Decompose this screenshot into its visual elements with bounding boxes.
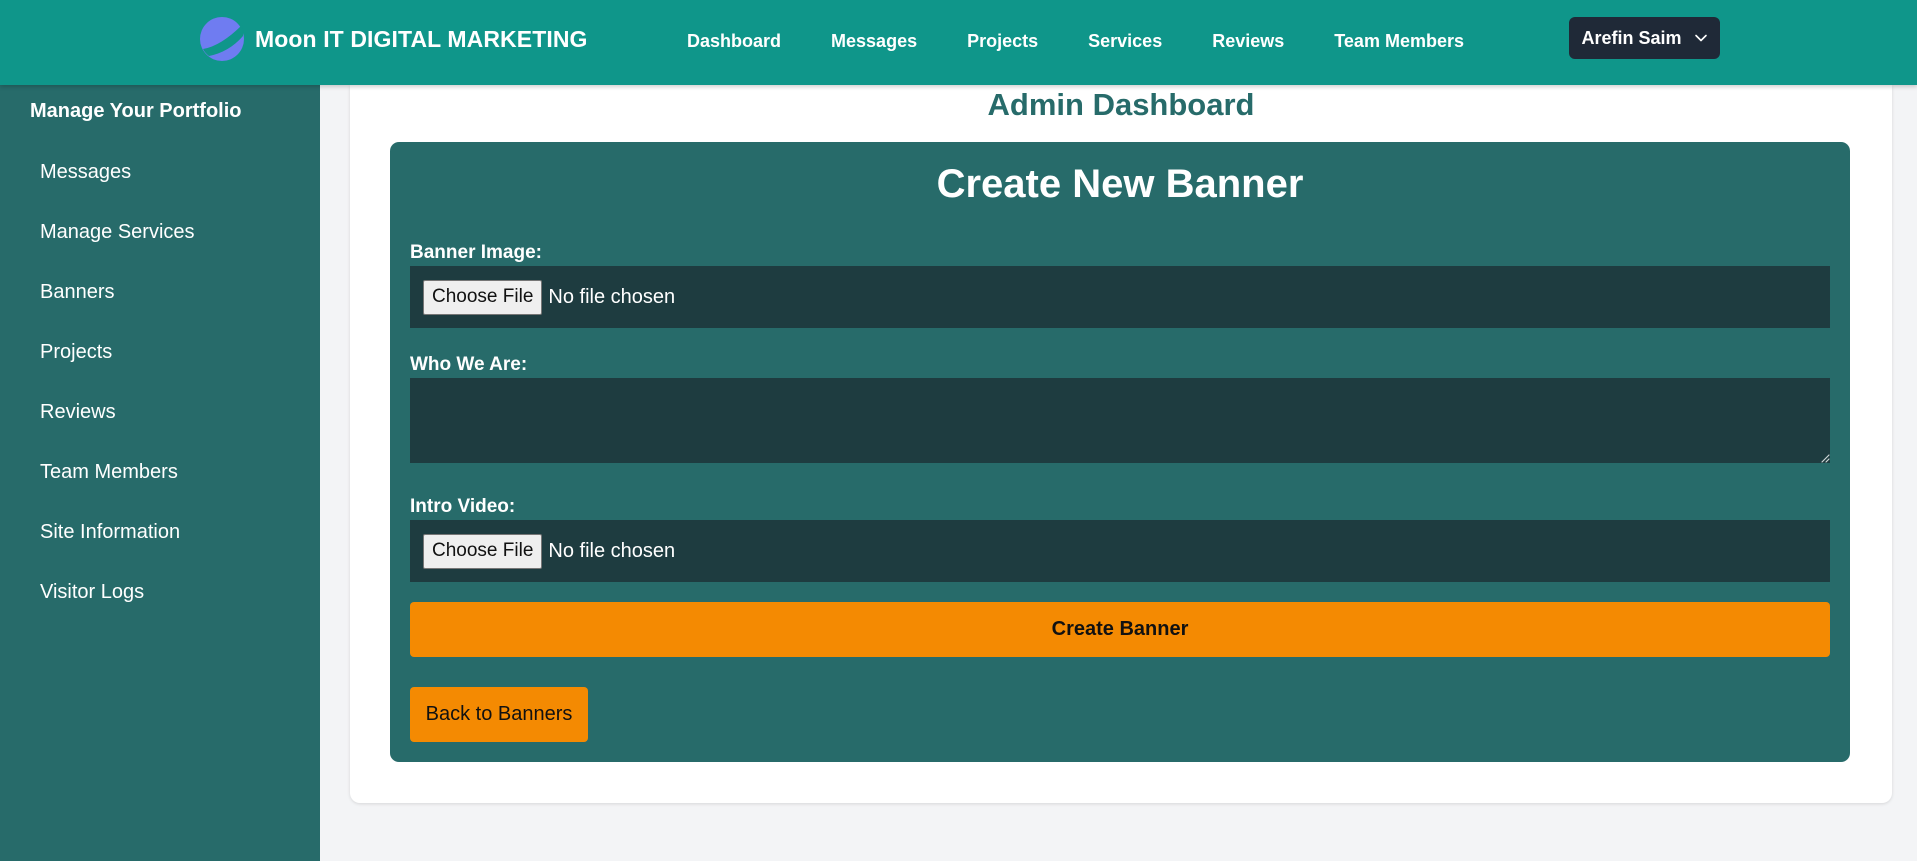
moon-logo-icon [199, 16, 245, 62]
sidebar-item-banners[interactable]: Banners [40, 280, 195, 340]
banner-image-choose-file-button[interactable]: Choose File [423, 279, 543, 315]
sidebar-menu: Messages Manage Services Banners Project… [40, 160, 195, 640]
page-title: Admin Dashboard [987, 87, 1255, 122]
user-menu-button[interactable]: Arefin Saim [1569, 17, 1720, 59]
sidebar-item-reviews[interactable]: Reviews [40, 400, 195, 460]
nav-reviews[interactable]: Reviews [1212, 31, 1284, 52]
who-we-are-label: Who We Are: [410, 354, 528, 375]
resize-grip-icon[interactable] [1820, 453, 1830, 463]
nav-team-members[interactable]: Team Members [1334, 31, 1464, 52]
intro-video-file-status: No file chosen [548, 539, 676, 562]
sidebar-item-team-members[interactable]: Team Members [40, 460, 195, 520]
intro-video-choose-file-button[interactable]: Choose File [423, 533, 543, 569]
main-nav: Dashboard Messages Projects Services Rev… [687, 0, 1514, 82]
intro-video-label: Intro Video: [410, 496, 516, 517]
banner-image-file-status: No file chosen [548, 285, 676, 308]
nav-dashboard[interactable]: Dashboard [687, 31, 781, 52]
nav-projects[interactable]: Projects [967, 31, 1038, 52]
create-banner-form: Create New Banner Banner Image: Choose F… [390, 142, 1850, 762]
form-title: Create New Banner [936, 162, 1304, 206]
sidebar-item-projects[interactable]: Projects [40, 340, 195, 400]
sidebar-item-messages[interactable]: Messages [40, 160, 195, 220]
nav-messages[interactable]: Messages [831, 31, 917, 52]
top-navbar: Moon IT DIGITAL MARKETING Dashboard Mess… [0, 0, 1917, 85]
who-we-are-textarea[interactable] [410, 378, 1830, 463]
sidebar-title: Manage Your Portfolio [30, 100, 242, 122]
back-to-banners-button[interactable]: Back to Banners [410, 687, 588, 742]
content-card: Admin Dashboard Create New Banner Banner… [350, 85, 1892, 803]
sidebar-item-manage-services[interactable]: Manage Services [40, 220, 195, 280]
user-name: Arefin Saim [1581, 27, 1682, 48]
nav-services[interactable]: Services [1088, 31, 1162, 52]
sidebar-item-visitor-logs[interactable]: Visitor Logs [40, 580, 195, 640]
banner-image-label: Banner Image: [410, 242, 542, 263]
banner-image-file-input[interactable]: Choose File No file chosen [410, 266, 1830, 328]
chevron-down-icon [1694, 31, 1708, 45]
brand[interactable]: Moon IT DIGITAL MARKETING [199, 16, 588, 62]
sidebar: Manage Your Portfolio Messages Manage Se… [0, 85, 320, 861]
brand-name: Moon IT DIGITAL MARKETING [255, 25, 588, 52]
create-banner-button[interactable]: Create Banner [410, 602, 1830, 657]
sidebar-item-site-information[interactable]: Site Information [40, 520, 195, 580]
intro-video-file-input[interactable]: Choose File No file chosen [410, 520, 1830, 582]
